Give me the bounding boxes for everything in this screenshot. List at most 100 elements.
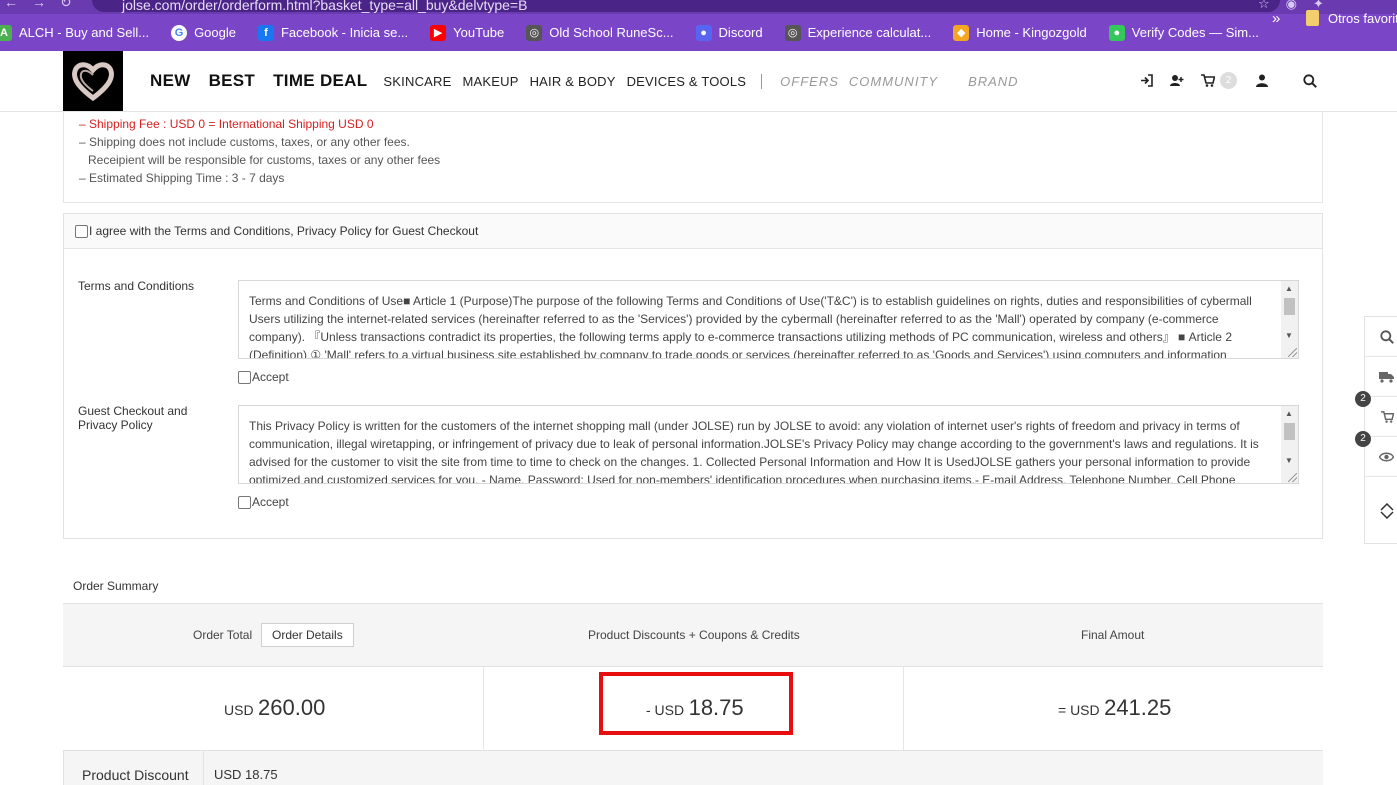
scroll-thumb[interactable] [1284,423,1295,440]
scroll-up-arrow-icon[interactable]: ▲ [1285,409,1293,418]
scroll-down-arrow-icon[interactable]: ▼ [1285,456,1293,465]
bookmark-item[interactable]: f Facebook - Inicia se... [257,24,409,41]
order-summary-title: Order Summary [73,579,159,593]
nav-hair-body[interactable]: HAIR & BODY [530,74,616,89]
bookmark-item[interactable]: ◎ Experience calculat... [784,24,932,41]
nav-skincare[interactable]: SKINCARE [383,74,451,89]
bookmark-item[interactable]: ● Discord [695,24,763,41]
cart-count-badge: 2 [1220,72,1237,89]
side-search-button[interactable] [1365,317,1397,357]
main-nav: NEW BEST TIME DEAL SKINCARE MAKEUP HAIR … [150,71,1029,91]
shipping-info: – Shipping Fee : USD 0 = International S… [63,112,1323,203]
terms-panel: I agree with the Terms and Conditions, P… [63,213,1323,539]
final-value: 241.25 [1104,695,1172,720]
add-user-icon[interactable] [1170,74,1184,88]
agree-all-label[interactable]: I agree with the Terms and Conditions, P… [89,224,478,238]
nav-offers[interactable]: OFFERS [780,74,839,89]
privacy-accept-checkbox[interactable] [238,495,251,509]
order-details-button[interactable]: Order Details [261,623,354,647]
agree-all-row: I agree with the Terms and Conditions, P… [64,214,1322,249]
chevron-down-icon [1380,511,1394,519]
address-url: jolse.com/order/orderform.html?basket_ty… [122,0,528,13]
order-total-header: Order Total [193,628,253,642]
bookmark-label: Experience calculat... [807,25,932,40]
column-divider [483,667,484,751]
shipping-customs-line: – Shipping does not include customs, tax… [79,135,410,149]
terms-accept-row: Accept [238,370,289,384]
column-divider [903,667,904,751]
discount-highlight-box [599,672,793,735]
scroll-thumb[interactable] [1284,298,1295,315]
bookmark-item[interactable]: ◆ Home - Kingozgold [953,24,1087,41]
nav-brand[interactable]: BRAND [968,74,1019,89]
login-icon[interactable] [1139,74,1153,88]
bookmark-item[interactable]: G Google [171,24,236,41]
nav-new[interactable]: NEW [150,71,191,91]
address-bar[interactable]: jolse.com/order/orderform.html?basket_ty… [92,0,1280,13]
youtube-icon: ▶ [430,24,447,41]
side-delivery-button[interactable] [1365,357,1397,397]
scroll-up-arrow-icon[interactable]: ▲ [1285,284,1293,293]
shipping-fee-line: – Shipping Fee : USD 0 = International S… [79,117,374,131]
bookmark-label: YouTube [453,25,505,40]
privacy-accept-label[interactable]: Accept [252,495,289,509]
resize-grip-icon[interactable] [1288,473,1297,482]
browser-nav-arrows[interactable]: ←→↻ [4,0,86,11]
search-icon[interactable] [1303,73,1317,88]
discounts-header: Product Discounts + Coupons & Credits [588,628,800,642]
resize-grip-icon[interactable] [1288,348,1297,357]
privacy-policy-label: Guest Checkout and Privacy Policy [78,404,188,432]
chevron-up-icon [1380,503,1394,511]
terms-scrollbar[interactable]: ▲ ▼ [1281,281,1298,358]
eye-icon [1379,452,1394,461]
other-bookmarks-folder[interactable]: Otros favoritos [1306,10,1397,26]
scroll-top-button[interactable] [1365,477,1397,511]
side-badge-cart: 2 [1355,391,1371,407]
bookmark-label: Google [194,25,236,40]
bookmark-item[interactable]: ◎ Old School RuneSc... [526,24,674,41]
final-amount: = USD 241.25 [1058,695,1171,721]
order-total-currency: USD [224,702,254,718]
privacy-accept-row: Accept [238,495,289,509]
browser-url-strip: ←→↻ jolse.com/order/orderform.html?baske… [0,0,1397,14]
privacy-policy-textarea[interactable]: This Privacy Policy is written for the c… [238,405,1299,484]
jolse-logo[interactable] [63,51,123,111]
product-discount-label: Product Discount [82,767,189,783]
discord-icon: ● [695,24,712,41]
bookmark-label: Old School RuneSc... [549,25,674,40]
bookmarks-bar: A ALCH - Buy and Sell... G Google f Facebook … [0,14,1397,51]
nav-best[interactable]: BEST [209,71,256,91]
order-summary-header: Order Total Order Details Product Discou… [63,603,1323,667]
nav-community[interactable]: COMMUNITY [849,74,938,89]
bookmark-label: Discord [718,25,763,40]
product-discount-row: Product Discount USD 18.75 [63,751,1323,785]
terms-accept-checkbox[interactable] [238,370,251,384]
product-discount-value: USD 18.75 [214,767,278,782]
nav-makeup[interactable]: MAKEUP [462,74,518,89]
terms-conditions-label: Terms and Conditions [78,279,195,293]
nav-time-deal[interactable]: TIME DEAL [273,71,367,91]
agree-all-checkbox[interactable] [75,224,88,238]
order-total-amount: USD 260.00 [224,695,325,721]
header-icons: 2 [1139,72,1334,89]
terms-accept-label[interactable]: Accept [252,370,289,384]
privacy-scrollbar[interactable]: ▲ ▼ [1281,406,1298,483]
cart-icon[interactable] [1201,74,1215,88]
bookmark-item[interactable]: A ALCH - Buy and Sell... [0,24,150,41]
bookmark-label: ALCH - Buy and Sell... [19,25,150,40]
scroll-bottom-button[interactable] [1365,511,1397,545]
terms-conditions-textarea[interactable]: Terms and Conditions of Use■ Article 1 (… [238,280,1299,359]
bookmark-item[interactable]: ● Verify Codes — Sim... [1108,24,1259,41]
account-icon[interactable] [1255,74,1269,88]
site-header: NEW BEST TIME DEAL SKINCARE MAKEUP HAIR … [0,51,1397,112]
row-divider [203,751,204,785]
bookmark-label: Facebook - Inicia se... [280,25,409,40]
nav-devices-tools[interactable]: DEVICES & TOOLS [627,74,747,89]
bookmarks-more-button[interactable]: » [1272,10,1280,27]
nav-separator [761,73,763,89]
bookmark-item[interactable]: ▶ YouTube [430,24,505,41]
facebook-icon: f [257,24,274,41]
runescape-icon: ◎ [526,24,543,41]
scroll-down-arrow-icon[interactable]: ▼ [1285,331,1293,340]
other-bookmarks-label: Otros favoritos [1328,10,1397,26]
